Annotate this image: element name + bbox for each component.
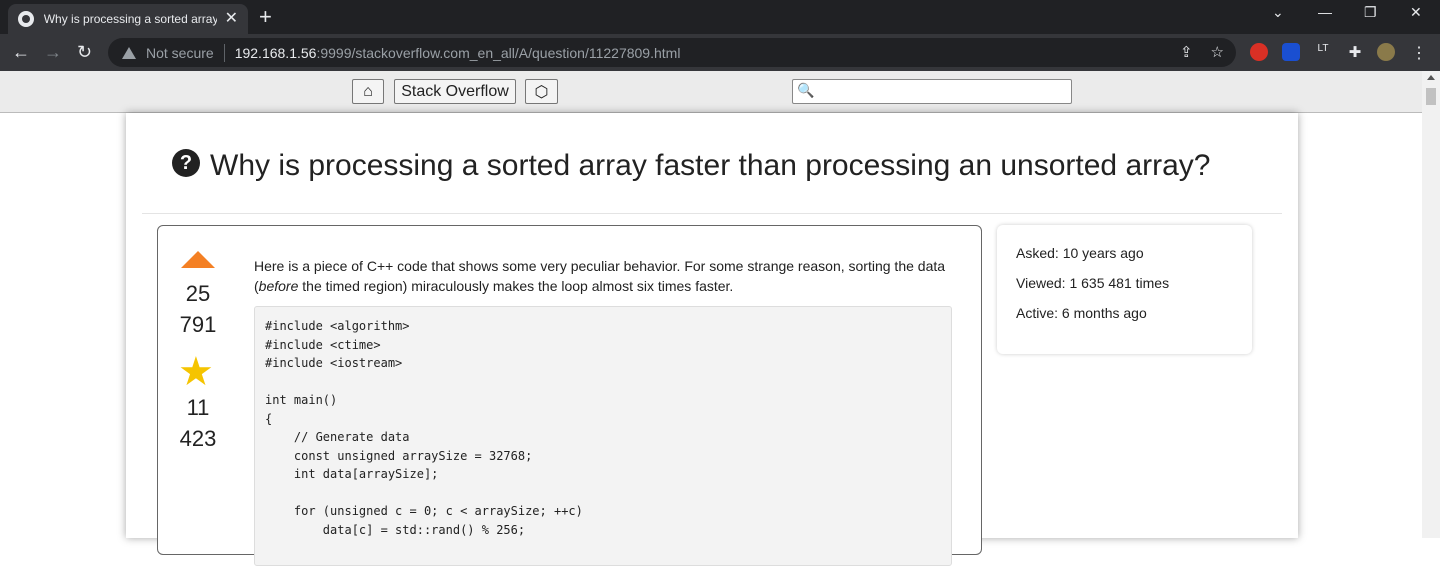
vote-count-line1: 25 <box>185 281 211 306</box>
bookmark-star-icon[interactable]: ☆ <box>1211 43 1224 61</box>
question-post: 25 791 ★ 11 423 Here is a piece of C++ c… <box>157 225 982 566</box>
favorite-star-icon[interactable]: ★ <box>178 352 214 392</box>
share-icon[interactable]: ⇪ <box>1180 43 1193 61</box>
browser-menu-icon[interactable]: ⋮ <box>1410 43 1428 62</box>
vote-count-line2: 791 <box>179 312 217 337</box>
asked-stat: Asked: 10 years ago <box>1016 245 1144 261</box>
question-icon: ? <box>172 149 200 177</box>
tab-close-icon[interactable]: ✕ <box>225 11 238 27</box>
not-secure-label[interactable]: Not secure <box>146 45 214 61</box>
omnibox[interactable]: Not secure 192.168.1.56 :9999/stackoverf… <box>108 38 1236 67</box>
code-block: #include <algorithm> #include <ctime> #i… <box>254 306 952 566</box>
tab-title: Why is processing a sorted array faster … <box>43 12 217 26</box>
url-host: 192.168.1.56 <box>234 44 317 61</box>
question-stats: Asked: 10 years ago Viewed: 1 635 481 ti… <box>997 225 1252 354</box>
search-icon: 🔍 <box>797 82 815 98</box>
tab-search-icon[interactable]: ⌄ <box>1272 4 1284 21</box>
favorite-count-line2: 423 <box>179 426 217 451</box>
question-body: Here is a piece of C++ code that shows s… <box>254 258 946 294</box>
bitwarden-extension-icon[interactable] <box>1282 43 1300 61</box>
extensions-puzzle-icon[interactable]: ✚ <box>1346 43 1364 61</box>
active-stat: Active: 6 months ago <box>1016 305 1147 321</box>
home-button[interactable]: ⌂ <box>352 79 384 104</box>
reload-icon[interactable]: ↻ <box>77 41 92 63</box>
globe-icon <box>18 11 34 27</box>
page-toolbar: ⌂ Stack Overflow ⬡ 🔍 <box>0 71 1422 113</box>
close-window-icon[interactable]: ✕ <box>1410 4 1422 21</box>
browser-tab[interactable]: Why is processing a sorted array faster … <box>8 4 248 34</box>
page-scrollbar[interactable] <box>1422 71 1440 538</box>
page-title: Why is processing a sorted array faster … <box>210 149 1211 182</box>
forward-icon[interactable]: → <box>44 41 62 63</box>
adblock-extension-icon[interactable] <box>1250 43 1268 61</box>
address-bar-row: ← → ↻ Not secure 192.168.1.56 :9999/stac… <box>0 34 1440 71</box>
browser-tab-bar: Why is processing a sorted array faster … <box>0 0 1440 34</box>
search-input[interactable] <box>817 82 1067 101</box>
emphasis-before: before <box>258 278 299 294</box>
scroll-up-arrow-icon[interactable] <box>1427 75 1435 80</box>
search-box[interactable]: 🔍 <box>792 79 1072 104</box>
languagetool-extension-icon[interactable]: LT <box>1314 43 1332 61</box>
dice-icon: ⬡ <box>534 83 549 101</box>
restore-icon[interactable]: ❐ <box>1364 4 1377 21</box>
warning-icon <box>122 46 136 59</box>
site-name-button[interactable]: Stack Overflow <box>394 79 516 104</box>
new-tab-button[interactable]: + <box>259 5 272 29</box>
upvote-arrow-icon[interactable] <box>181 251 215 268</box>
viewed-stat: Viewed: 1 635 481 times <box>1016 275 1170 291</box>
back-icon[interactable]: ← <box>12 41 30 63</box>
profile-avatar[interactable] <box>1377 43 1395 61</box>
url-path: :9999/stackoverflow.com_en_all/A/questio… <box>316 44 681 61</box>
minimize-icon[interactable]: — <box>1318 4 1332 20</box>
question-page: ? Why is processing a sorted array faste… <box>126 113 1298 566</box>
home-icon: ⌂ <box>363 82 373 100</box>
favorite-count-line1: 11 <box>186 395 210 420</box>
scroll-thumb[interactable] <box>1426 88 1436 105</box>
question-header: ? Why is processing a sorted array faste… <box>172 149 1211 183</box>
random-button[interactable]: ⬡ <box>525 79 558 104</box>
omnibox-divider <box>223 43 225 62</box>
title-divider <box>142 213 1282 214</box>
